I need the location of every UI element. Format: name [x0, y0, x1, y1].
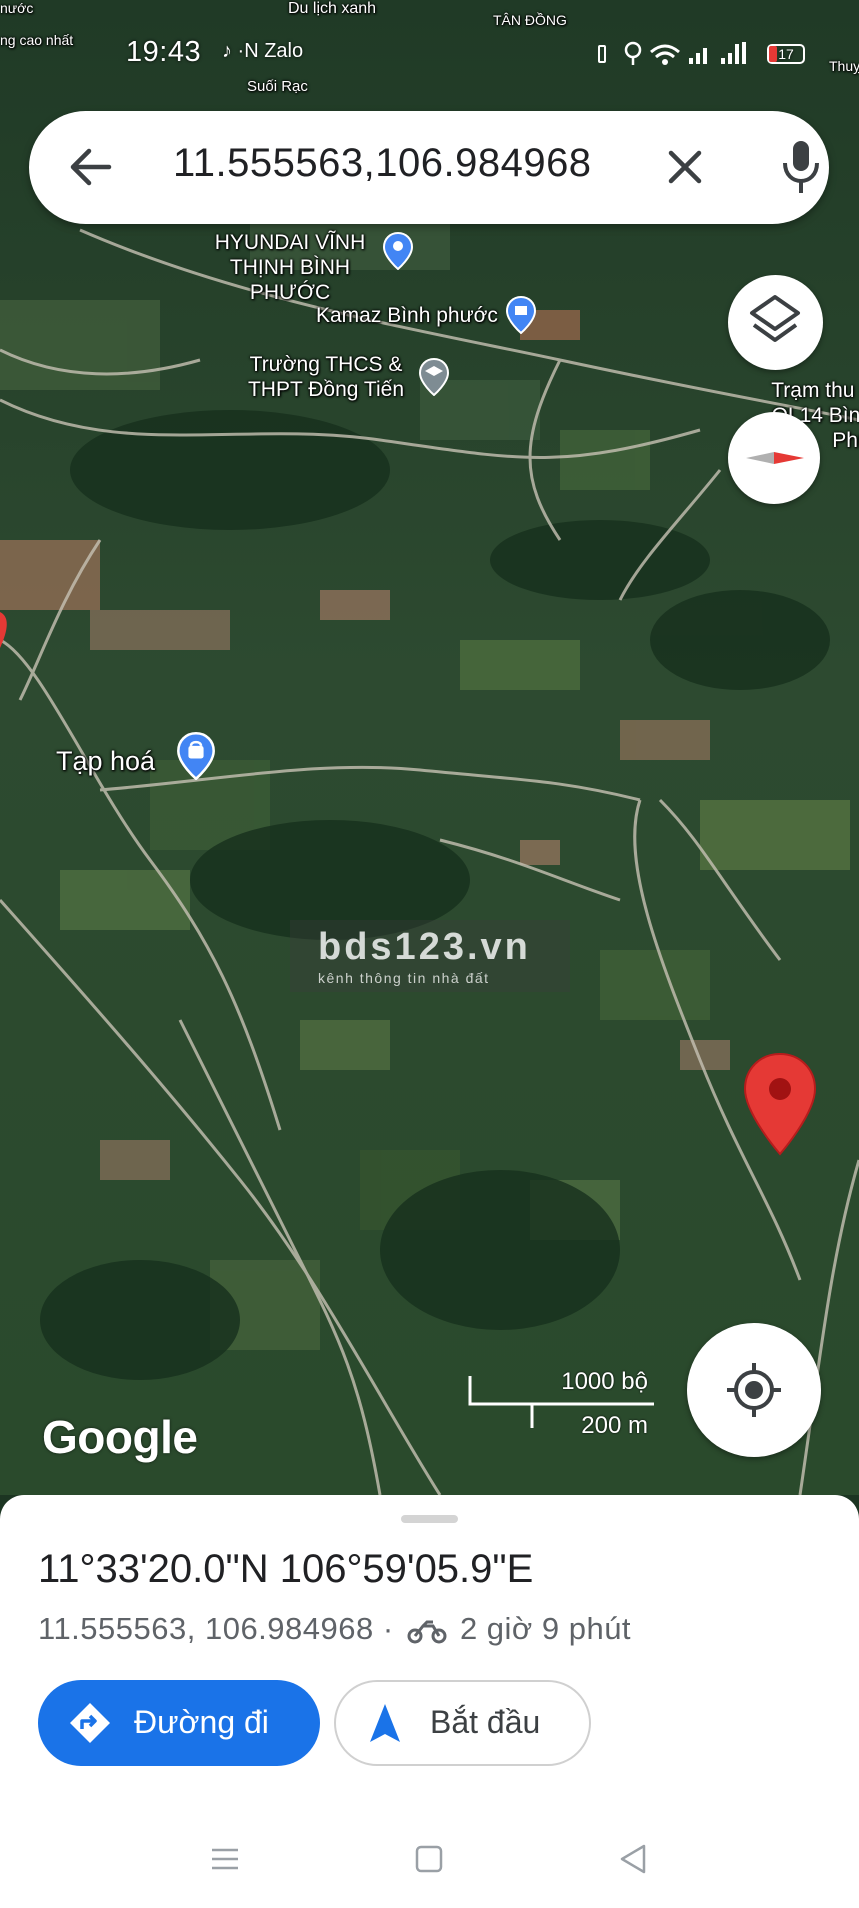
- notification-icons: ♪ ·N Zalo: [222, 40, 304, 62]
- watermark: bds123.vn kênh thông tin nhà đất: [290, 920, 570, 992]
- microphone-icon[interactable]: [773, 135, 829, 199]
- search-bar[interactable]: 11.555563,106.984968: [29, 111, 829, 224]
- close-icon[interactable]: [659, 141, 711, 193]
- directions-icon: [70, 1703, 110, 1743]
- map-label-suoi-rac: Suối Rạc: [247, 78, 308, 95]
- offscreen-pin-icon[interactable]: [0, 610, 12, 650]
- poi-label-hyundai[interactable]: HYUNDAI VĨNH THỊNH BÌNH PHƯỚC: [190, 230, 390, 305]
- coordinates-subline: 11.555563, 106.984968 · 2 giờ 9 phút: [38, 1611, 631, 1647]
- map-pin-icon[interactable]: [742, 1052, 818, 1156]
- my-location-button[interactable]: [687, 1323, 821, 1457]
- poi-pin-hyundai-icon[interactable]: [383, 232, 413, 270]
- map-label-tan-dong: TÂN ĐỒNG: [493, 12, 567, 28]
- satellite-map[interactable]: nước ng cao nhất Du lịch xanh TÂN ĐỒNG S…: [0, 0, 859, 1495]
- coordinates-decimal: 11.555563, 106.984968 ·: [38, 1611, 394, 1646]
- status-bar: 19:43 ♪ ·N Zalo 17: [0, 36, 859, 76]
- layers-icon: [750, 295, 800, 342]
- arrow-left-icon[interactable]: [65, 141, 117, 193]
- poi-label-tap-hoa[interactable]: Tạp hoá: [56, 746, 155, 776]
- drag-handle[interactable]: [401, 1515, 458, 1523]
- motorbike-icon: [407, 1620, 447, 1644]
- compass-button[interactable]: [728, 412, 820, 504]
- scale-imperial: 1000 bộ: [561, 1368, 648, 1395]
- poi-pin-kamaz-icon[interactable]: [506, 296, 536, 334]
- directions-label: Đường đi: [134, 1704, 269, 1740]
- battery-indicator: 17: [767, 44, 805, 64]
- battery-level: 17: [778, 46, 794, 62]
- poi-pin-school-icon[interactable]: [419, 358, 449, 396]
- directions-button[interactable]: Đường đi: [38, 1680, 320, 1766]
- scale-metric: 200 m: [581, 1412, 648, 1439]
- my-location-icon: [727, 1363, 781, 1417]
- start-label: Bắt đầu: [430, 1704, 541, 1740]
- layers-button[interactable]: [728, 275, 823, 370]
- signal-wifi-icons: [598, 41, 746, 65]
- poi-pin-tap-hoa-icon[interactable]: [177, 732, 215, 780]
- start-button[interactable]: Bắt đầu: [334, 1680, 591, 1766]
- compass-icon: [746, 452, 804, 464]
- back-icon[interactable]: [616, 1842, 650, 1876]
- watermark-subtitle: kênh thông tin nhà đất: [318, 970, 490, 986]
- menu-icon[interactable]: [208, 1842, 242, 1876]
- travel-time: 2 giờ 9 phút: [459, 1611, 632, 1646]
- battery-fill: [769, 46, 777, 62]
- map-label-nuoc: nước: [0, 0, 34, 16]
- system-navigation-bar: [0, 1820, 859, 1908]
- system-icons: [597, 40, 747, 74]
- status-time: 19:43: [126, 36, 202, 68]
- coordinates-dms: 11°33'20.0"N 106°59'05.9"E: [38, 1547, 534, 1591]
- google-logo: Google: [42, 1411, 198, 1463]
- scale-bar: 1000 bộ 200 m: [468, 1368, 654, 1439]
- map-label-du-lich-xanh[interactable]: Du lịch xanh: [288, 0, 376, 17]
- poi-label-kamaz[interactable]: Kamaz Bình phước: [316, 303, 498, 328]
- navigation-arrow-icon: [370, 1704, 400, 1742]
- search-query[interactable]: 11.555563,106.984968: [173, 141, 592, 186]
- home-icon[interactable]: [412, 1842, 446, 1876]
- poi-label-school[interactable]: Trường THCS & THPT Đồng Tiến: [236, 352, 416, 402]
- watermark-title: bds123.vn: [318, 926, 531, 968]
